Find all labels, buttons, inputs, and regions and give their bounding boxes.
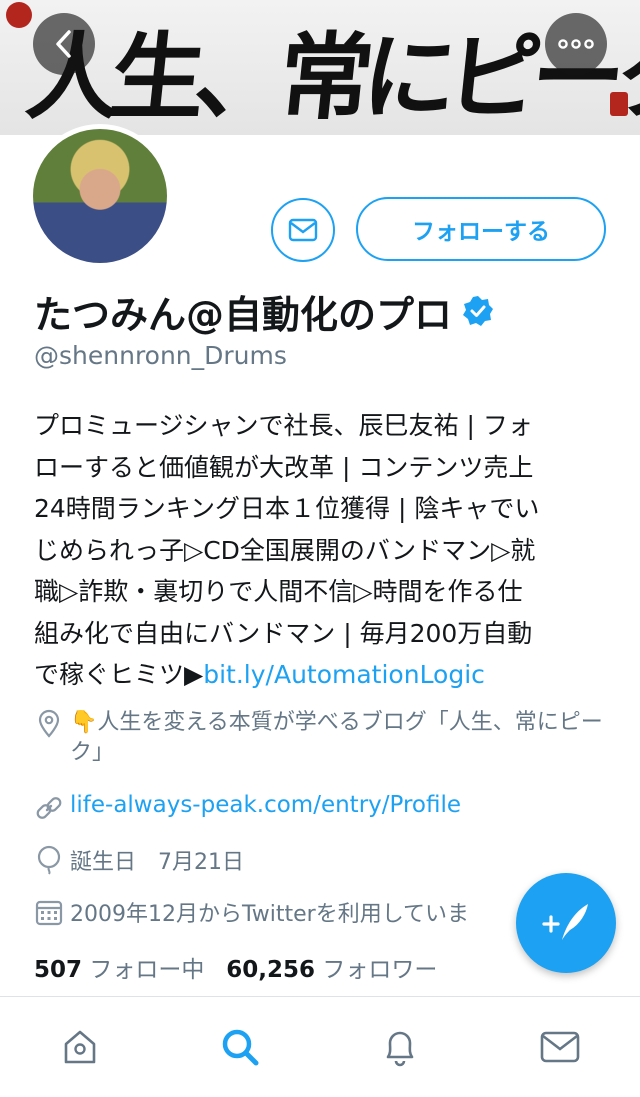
display-name: たつみん@自動化のプロ [34,292,453,337]
calendar-icon [35,900,63,926]
seal-stamp [610,92,628,116]
birthday-row: 誕生日 7月21日 [34,844,244,876]
bio-text: で稼ぐヒミツ▶ [34,660,204,689]
bio-line: 職▷詐欺・裏切りで人間不信▷時間を作る仕 [34,577,523,606]
following-count: 507 [34,957,83,983]
location-icon [38,709,60,738]
avatar-image [33,129,167,263]
joined-date: 2009年12月からTwitterを利用していま [70,902,470,927]
following-link[interactable]: 507 フォロー中 [34,957,204,983]
location-row: 👇人生を変える本質が学べるブログ「人生、常にピーク」 [34,708,610,768]
website-link[interactable]: life-always-peak.com/entry/Profile [70,792,461,818]
profile-banner[interactable]: 人生、常にピーク [0,0,640,135]
tab-notifications[interactable] [378,1025,422,1069]
birthday: 誕生日 7月21日 [70,850,244,875]
verified-badge-icon [463,296,494,326]
message-button[interactable] [271,198,335,262]
banner-title: 人生、常にピーク [21,23,640,133]
mail-icon [288,218,318,242]
bottom-tab-bar [0,996,640,1097]
search-icon [222,1029,259,1066]
tab-search[interactable] [218,1025,262,1069]
display-name-row: たつみん@自動化のプロ [34,285,494,337]
more-icon [558,39,594,49]
notifications-icon [386,1031,414,1067]
bio-line: 24時間ランキング日本１位獲得 | 陰キャでい [34,494,540,523]
more-options-button[interactable] [545,13,607,75]
seal-stamp [6,2,32,28]
avatar[interactable] [28,124,172,268]
follow-button[interactable]: フォローする [356,197,606,261]
tab-messages[interactable] [538,1025,582,1069]
joined-row: 2009年12月からTwitterを利用していま [34,896,469,928]
bio-link[interactable]: bit.ly/AutomationLogic [203,660,485,689]
bio-line: 組み化で自由にバンドマン | 毎月200万自動 [34,618,533,648]
tab-home[interactable] [58,1025,102,1069]
home-icon [64,1030,96,1064]
followers-label: フォロワー [322,957,438,983]
location: 👇人生を変える本質が学べるブログ「人生、常にピーク」 [70,710,603,765]
bio-line: じめられっ子▷CD全国展開のバンドマン▷就 [34,535,536,565]
handle: @shennronn_Drums [34,341,287,370]
followers-link[interactable]: 60,256 フォロワー [226,957,437,983]
compose-tweet-button[interactable] [516,873,616,973]
link-icon [36,797,62,819]
following-label: フォロー中 [89,957,205,983]
birthday-icon [37,845,61,875]
messages-icon [540,1031,580,1063]
bio-line: で稼ぐヒミツ▶bit.ly/AutomationLogic [34,654,606,696]
followers-count: 60,256 [226,957,316,983]
back-icon [56,30,71,58]
bio-line: ローすると価値観が大改革 | コンテンツ売上 [34,452,534,482]
bio-line: プロミュージシャンで社長、辰巳友祐 | フォ [34,411,533,440]
bio: プロミュージシャンで社長、辰巳友祐 | フォ ローすると価値観が大改革 | コン… [34,405,606,696]
follow-stats: 507 フォロー中 60,256 フォロワー [34,950,437,984]
website-row: life-always-peak.com/entry/Profile [34,792,461,823]
back-button[interactable] [33,13,95,75]
compose-icon [542,904,588,940]
